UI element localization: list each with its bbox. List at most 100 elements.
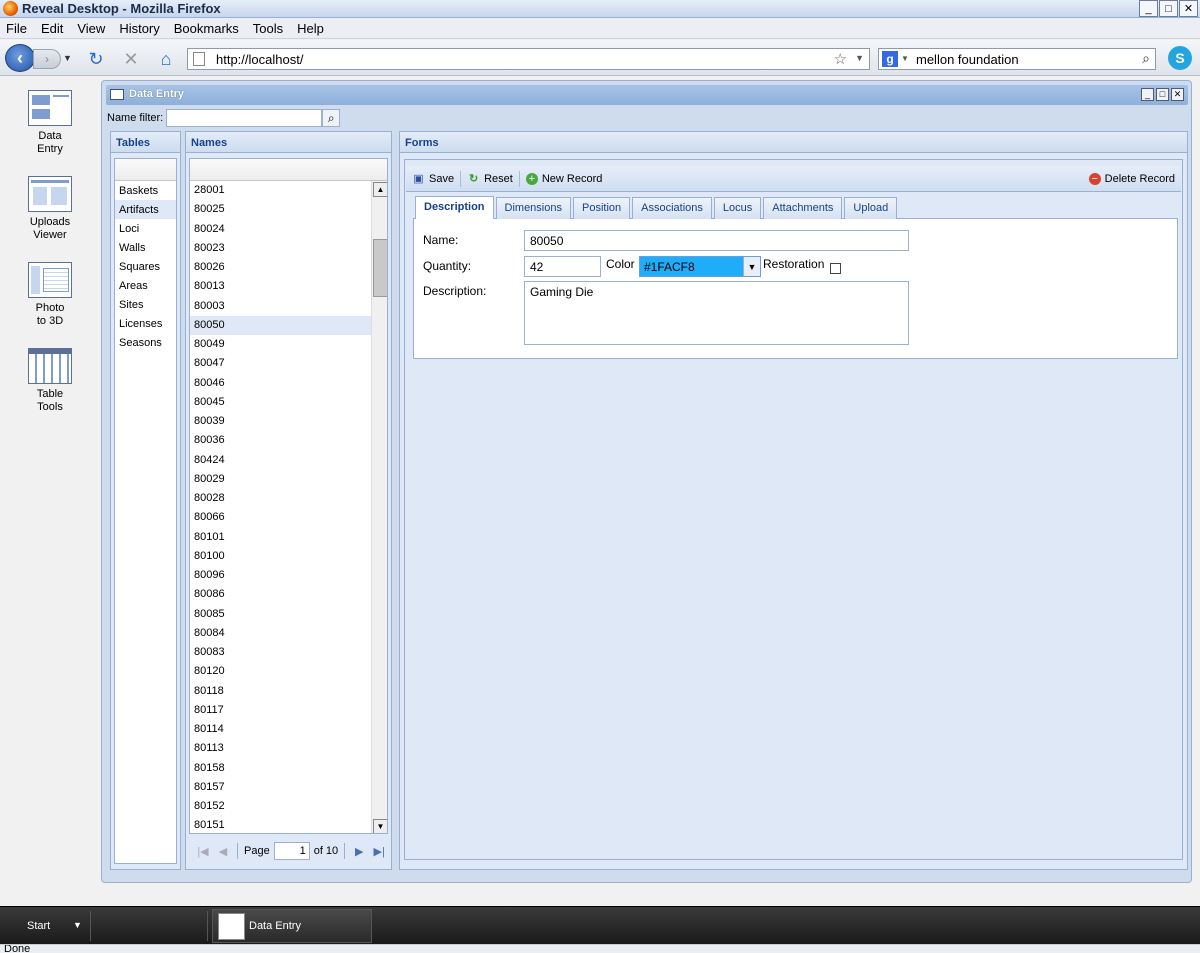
tab-locus[interactable]: Locus [713, 197, 762, 219]
start-button[interactable]: Start ▼ [0, 907, 90, 945]
tab-description[interactable]: Description [415, 196, 494, 219]
filter-search-icon[interactable]: ⌕ [322, 109, 341, 127]
first-page-icon[interactable]: |◀ [195, 843, 211, 859]
name-row[interactable]: 80424 [190, 451, 371, 470]
menu-history[interactable]: History [119, 21, 159, 36]
name-row[interactable]: 80086 [190, 585, 371, 604]
name-row[interactable]: 80028 [190, 489, 371, 508]
bookmark-star-icon[interactable]: ☆ [834, 50, 847, 68]
minimize-icon[interactable]: _ [1139, 0, 1158, 17]
name-row[interactable]: 80039 [190, 412, 371, 431]
name-row[interactable]: 80023 [190, 239, 371, 258]
menu-help[interactable]: Help [297, 21, 324, 36]
table-item-seasons[interactable]: Seasons [115, 333, 176, 352]
search-icon[interactable]: ⌕ [1142, 50, 1150, 67]
name-row[interactable]: 28001 [190, 181, 371, 200]
google-icon[interactable]: g [882, 51, 898, 67]
name-row[interactable]: 80158 [190, 759, 371, 778]
start-dropdown-icon[interactable]: ▼ [73, 920, 82, 930]
table-item-walls[interactable]: Walls [115, 238, 176, 257]
table-item-baskets[interactable]: Baskets [115, 181, 176, 200]
tab-upload[interactable]: Upload [844, 197, 898, 219]
name-row[interactable]: 80117 [190, 701, 371, 720]
name-row[interactable]: 80100 [190, 547, 371, 566]
name-row[interactable]: 80120 [190, 662, 371, 681]
page-number-input[interactable]: 1 [273, 842, 310, 860]
name-field[interactable]: 80050 [524, 230, 909, 251]
maximize-icon[interactable]: □ [1159, 0, 1178, 17]
names-scrollbar[interactable]: ▲ ▼ [371, 181, 387, 833]
name-row[interactable]: 80029 [190, 470, 371, 489]
name-row[interactable]: 80152 [190, 797, 371, 816]
scroll-thumb[interactable] [373, 239, 387, 297]
name-row[interactable]: 80024 [190, 220, 371, 239]
window-header[interactable]: Data Entry _ □ ✕ [106, 85, 1188, 105]
reload-icon[interactable]: ↻ [85, 49, 107, 69]
url-dropdown-icon[interactable]: ▼ [855, 53, 864, 63]
close-icon[interactable]: ✕ [1179, 0, 1198, 17]
home-icon[interactable]: ⌂ [155, 49, 177, 69]
name-row[interactable]: 80003 [190, 297, 371, 316]
desktop-icon-uploads-viewer[interactable]: Uploads Viewer [14, 176, 86, 242]
skype-icon[interactable]: S [1168, 46, 1192, 70]
scroll-up-icon[interactable]: ▲ [373, 182, 387, 197]
last-page-icon[interactable]: ▶| [371, 843, 387, 859]
name-row[interactable]: 80085 [190, 605, 371, 624]
next-page-icon[interactable]: ▶ [351, 843, 367, 859]
name-row[interactable]: 80083 [190, 643, 371, 662]
stop-icon[interactable]: ✕ [120, 49, 142, 69]
table-item-areas[interactable]: Areas [115, 276, 176, 295]
name-row[interactable]: 80013 [190, 277, 371, 296]
name-row[interactable]: 80096 [190, 566, 371, 585]
history-dropdown-icon[interactable]: ▼ [63, 53, 72, 63]
table-item-squares[interactable]: Squares [115, 257, 176, 276]
name-row[interactable]: 80046 [190, 374, 371, 393]
desktop-icon-data-entry[interactable]: Data Entry [14, 90, 86, 156]
taskbar-item-data-entry[interactable]: Data Entry [212, 909, 372, 943]
prev-page-icon[interactable]: ◀ [215, 843, 231, 859]
name-row[interactable]: 80114 [190, 720, 371, 739]
name-row[interactable]: 80113 [190, 739, 371, 758]
name-row[interactable]: 80026 [190, 258, 371, 277]
name-row[interactable]: 80118 [190, 682, 371, 701]
menu-tools[interactable]: Tools [253, 21, 283, 36]
chevron-down-icon[interactable]: ▼ [743, 257, 760, 276]
window-close-icon[interactable]: ✕ [1171, 88, 1184, 101]
name-filter-input[interactable] [166, 109, 323, 127]
desktop-icon-photo-to-3d[interactable]: Photo to 3D [14, 262, 86, 328]
name-row[interactable]: 80049 [190, 335, 371, 354]
name-row[interactable]: 80050 [190, 315, 371, 335]
save-button[interactable]: ▣ Save [406, 169, 460, 189]
name-row[interactable]: 80036 [190, 431, 371, 450]
restoration-checkbox[interactable] [830, 263, 841, 274]
name-row[interactable]: 80025 [190, 200, 371, 219]
name-row[interactable]: 80084 [190, 624, 371, 643]
name-row[interactable]: 80045 [190, 393, 371, 412]
name-row[interactable]: 80101 [190, 528, 371, 547]
description-textarea[interactable]: Gaming Die [524, 281, 909, 345]
reset-button[interactable]: ↻ Reset [461, 169, 519, 189]
tab-attachments[interactable]: Attachments [763, 197, 843, 219]
desktop-icon-table-tools[interactable]: Table Tools [14, 348, 86, 414]
quantity-field[interactable]: 42 [524, 256, 601, 277]
tab-dimensions[interactable]: Dimensions [495, 197, 571, 219]
window-minimize-icon[interactable]: _ [1141, 88, 1154, 101]
forward-button[interactable]: › [33, 49, 61, 69]
delete-record-button[interactable]: − Delete Record [1083, 169, 1181, 189]
table-item-loci[interactable]: Loci [115, 219, 176, 238]
back-button[interactable]: ‹ [5, 44, 35, 72]
menu-file[interactable]: File [6, 21, 27, 36]
search-bar[interactable]: g ▼ mellon foundation ⌕ [878, 48, 1156, 70]
table-item-sites[interactable]: Sites [115, 295, 176, 314]
name-row[interactable]: 80157 [190, 778, 371, 797]
table-item-licenses[interactable]: Licenses [115, 314, 176, 333]
url-bar[interactable]: http://localhost/ ☆ ▼ [187, 48, 870, 70]
tab-associations[interactable]: Associations [632, 197, 712, 219]
name-row[interactable]: 80047 [190, 354, 371, 373]
new-record-button[interactable]: + New Record [520, 169, 609, 189]
menu-bookmarks[interactable]: Bookmarks [174, 21, 239, 36]
name-row[interactable]: 80151 [190, 816, 371, 833]
table-item-artifacts[interactable]: Artifacts [115, 200, 176, 219]
menu-view[interactable]: View [77, 21, 105, 36]
name-row[interactable]: 80066 [190, 508, 371, 527]
